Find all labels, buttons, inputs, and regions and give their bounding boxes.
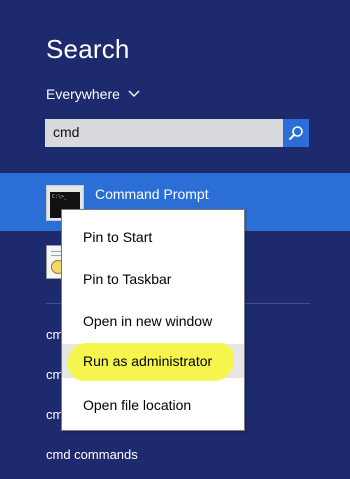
suggestion-rest: commands (70, 447, 138, 462)
search-button[interactable] (283, 119, 309, 147)
result-label-command-prompt: Command Prompt (95, 186, 209, 202)
context-menu: Pin to Start Pin to Taskbar Open in new … (61, 209, 245, 431)
search-title: Search (46, 34, 130, 64)
search-scope-selector[interactable]: Everywhere (46, 86, 140, 102)
suggestion-item[interactable]: cmd commands (46, 447, 138, 462)
search-box[interactable]: cmd (45, 119, 309, 147)
search-input[interactable]: cmd (53, 124, 79, 140)
chevron-down-icon (128, 90, 140, 97)
menu-item-open-in-new-window[interactable]: Open in new window (62, 304, 244, 338)
scope-label: Everywhere (46, 86, 120, 102)
suggestion-prefix: cmd (46, 447, 71, 462)
menu-item-open-file-location[interactable]: Open file location (62, 388, 244, 422)
search-icon (288, 126, 303, 141)
menu-item-run-as-administrator[interactable]: Run as administrator (62, 344, 244, 378)
menu-item-pin-to-taskbar[interactable]: Pin to Taskbar (62, 262, 244, 296)
menu-item-pin-to-start[interactable]: Pin to Start (62, 220, 244, 254)
